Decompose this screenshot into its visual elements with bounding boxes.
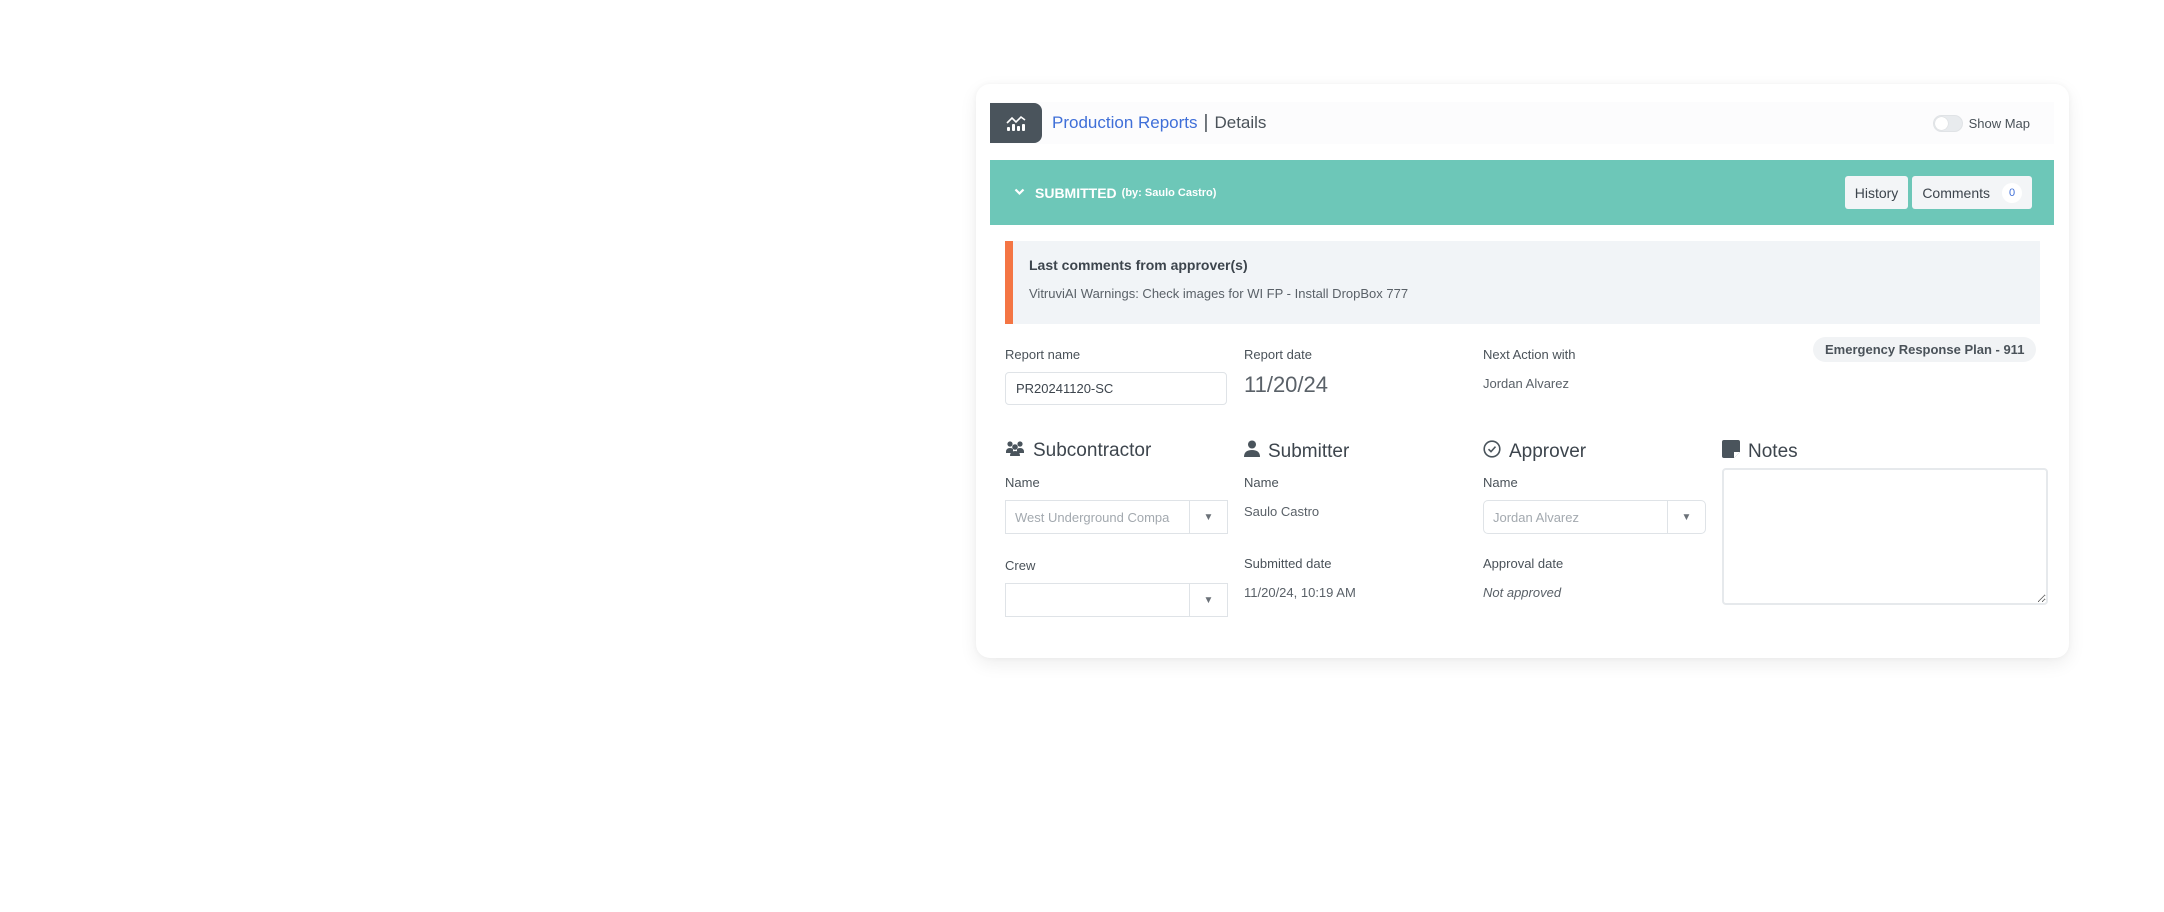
approval-date-field: Approval date Not approved [1483, 556, 1563, 600]
page-header: Production Reports | Details Show Map [990, 102, 2054, 144]
status-submitted-by: (by: Saulo Castro) [1121, 186, 1217, 199]
submitted-date-label: Submitted date [1244, 556, 1332, 571]
subcontractor-name-value: West Underground Compa [1015, 509, 1170, 525]
approver-comments-title: Last comments from approver(s) [1029, 257, 1248, 273]
subcontractor-name-field: Name West Underground Compa ▼ [1005, 475, 1228, 534]
crew-field: Crew ▼ [1005, 558, 1228, 617]
notes-section-title: Notes [1722, 440, 1798, 464]
submitter-name-value: Saulo Castro [1244, 504, 1320, 519]
report-date-value: 11/20/24 [1244, 372, 1329, 397]
history-button[interactable]: History [1844, 176, 1909, 209]
users-icon [1005, 440, 1025, 462]
notes-title: Notes [1748, 441, 1798, 462]
caret-down-icon[interactable]: ▼ [1189, 501, 1227, 533]
approver-title: Approver [1509, 441, 1587, 462]
approver-name-field: Name Jordan Alvarez ▼ [1483, 475, 1706, 534]
chevron-down-icon[interactable] [1014, 187, 1025, 199]
page-title: Production Reports | Details [1052, 112, 1266, 134]
check-circle-icon [1483, 440, 1501, 464]
approver-name-label: Name [1483, 475, 1518, 490]
subcontractor-name-select[interactable]: West Underground Compa ▼ [1005, 500, 1228, 534]
comments-button[interactable]: Comments 0 [1912, 176, 2032, 209]
subcontractor-title: Subcontractor [1033, 440, 1152, 461]
report-name-input[interactable]: PR20241120-SC [1005, 372, 1227, 405]
crew-label: Crew [1005, 558, 1036, 573]
caret-down-icon[interactable]: ▼ [1189, 584, 1227, 616]
details-title: Details [1214, 113, 1267, 132]
subcontractor-name-label: Name [1005, 475, 1040, 490]
caret-down-icon[interactable]: ▼ [1667, 501, 1705, 533]
user-icon [1244, 440, 1260, 463]
crew-select[interactable]: ▼ [1005, 583, 1228, 617]
approval-date-label: Approval date [1483, 556, 1564, 571]
show-map-label: Show Map [1968, 115, 2030, 131]
chart-line-bar-icon [990, 103, 1042, 143]
report-date-label: Report date [1244, 347, 1312, 362]
approver-name-value: Jordan Alvarez [1493, 509, 1579, 525]
subcontractor-section-title: Subcontractor [1005, 440, 1151, 462]
next-action-value: Jordan Alvarez [1483, 376, 1569, 391]
notes-textarea[interactable] [1722, 468, 2048, 605]
next-action-label: Next Action with [1483, 347, 1576, 362]
submitter-title: Submitter [1268, 440, 1350, 462]
approver-section-title: Approver [1483, 440, 1586, 464]
report-date-field: Report date 11/20/24 [1244, 347, 1328, 398]
report-type-tag: Emergency Response Plan - 911 [1813, 337, 2037, 362]
approver-name-select[interactable]: Jordan Alvarez ▼ [1483, 500, 1706, 534]
report-details-card: Production Reports | Details Show Map SU… [976, 84, 2069, 658]
comments-count-badge: 0 [2002, 182, 2022, 203]
report-name-label: Report name [1005, 347, 1081, 362]
title-separator: | [1203, 112, 1209, 133]
production-reports-link[interactable]: Production Reports [1052, 113, 1198, 133]
show-map-control[interactable]: Show Map [1932, 114, 2030, 132]
submitter-name-label: Name [1244, 475, 1279, 490]
approver-comments-body: VitruviAI Warnings: Check images for WI … [1029, 286, 1409, 301]
status-label: SUBMITTED [1035, 184, 1117, 201]
submitter-section-title: Submitter [1244, 440, 1349, 463]
sticky-note-icon [1722, 440, 1740, 464]
submitted-date-field: Submitted date 11/20/24, 10:19 AM [1244, 556, 1356, 600]
crew-value [1006, 584, 1189, 616]
submitted-date-value: 11/20/24, 10:19 AM [1244, 585, 1356, 600]
approver-comments-callout: Last comments from approver(s) VitruviAI… [1005, 241, 2040, 324]
status-bar[interactable]: SUBMITTED (by: Saulo Castro) History Com… [990, 160, 2054, 225]
next-action-field: Next Action with Jordan Alvarez [1483, 347, 1576, 391]
submitter-name-field: Name Saulo Castro [1244, 475, 1319, 519]
show-map-toggle[interactable] [1932, 114, 1963, 132]
report-name-field: Report name PR20241120-SC [1005, 347, 1227, 405]
approval-date-value: Not approved [1483, 585, 1562, 600]
history-label: History [1854, 184, 1899, 201]
comments-label: Comments [1922, 184, 1990, 201]
